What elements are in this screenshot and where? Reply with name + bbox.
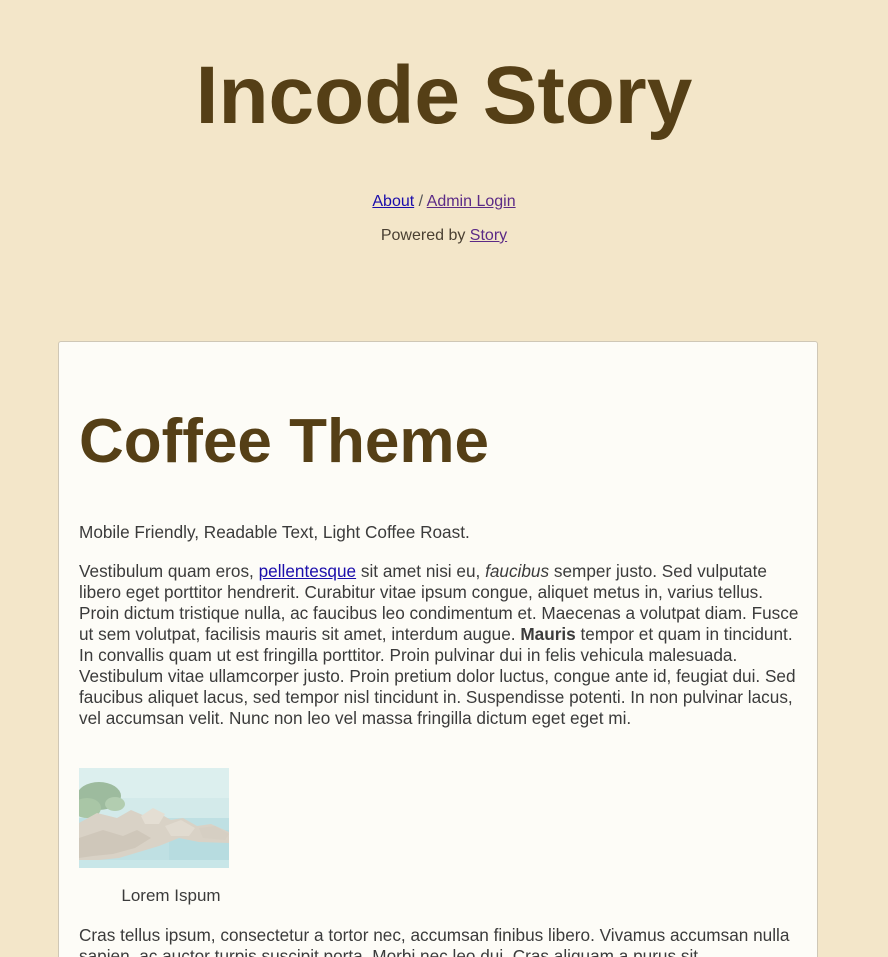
story-link[interactable]: Story: [470, 227, 507, 244]
post-title: Coffee Theme: [79, 407, 489, 476]
nav-separator: /: [418, 193, 424, 210]
strong-text: Mauris: [520, 624, 576, 644]
top-nav: About / Admin Login: [0, 192, 888, 212]
para-text: Vestibulum quam eros,: [79, 561, 259, 581]
figure-caption: Lorem Ispum: [121, 886, 221, 905]
page: Incode Story About / Admin Login Powered…: [0, 0, 888, 957]
post-card: Coffee Theme Mobile Friendly, Readable T…: [58, 341, 818, 957]
para-text: sit amet nisi eu,: [356, 561, 486, 581]
powered-by-prefix: Powered by: [380, 227, 466, 244]
post-paragraph: Vestibulum quam eros, pellentesque sit a…: [79, 561, 799, 729]
admin-login-link[interactable]: Admin Login: [427, 193, 516, 210]
post-intro: Mobile Friendly, Readable Text, Light Co…: [79, 522, 470, 542]
about-link[interactable]: About: [372, 193, 414, 210]
pellentesque-link[interactable]: pellentesque: [259, 561, 356, 581]
post-figure: [79, 768, 229, 868]
emphasis-text: faucibus: [485, 561, 550, 581]
seaside-rocks-image: [79, 768, 229, 868]
post-paragraph-3: Cras tellus ipsum, consectetur a tortor …: [79, 925, 790, 957]
seaside-rocks-illustration: [79, 768, 229, 868]
site-title: Incode Story: [195, 50, 693, 141]
powered-by-line: Powered by Story: [0, 226, 888, 246]
